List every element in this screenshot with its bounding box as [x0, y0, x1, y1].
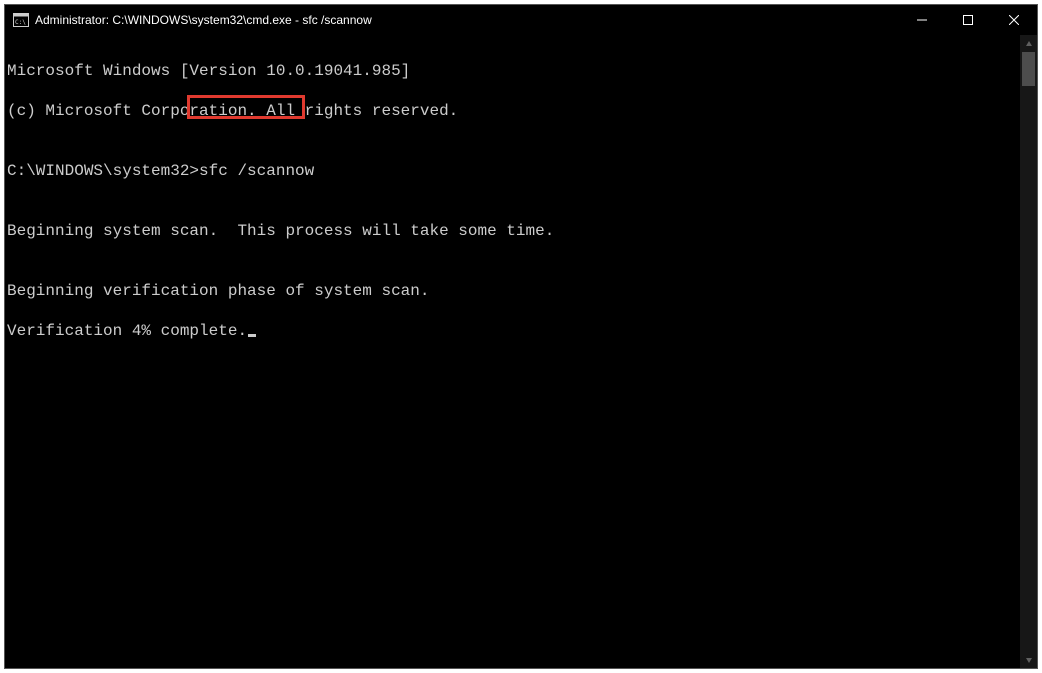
scroll-track[interactable] — [1020, 52, 1037, 651]
scroll-thumb[interactable] — [1022, 52, 1035, 86]
output-line: (c) Microsoft Corporation. All rights re… — [7, 101, 1020, 121]
client-area: Microsoft Windows [Version 10.0.19041.98… — [5, 35, 1037, 668]
prompt-prefix: C:\WINDOWS\system32> — [7, 162, 199, 180]
svg-text:C:\: C:\ — [15, 19, 26, 26]
cmd-window: C:\ Administrator: C:\WINDOWS\system32\c… — [4, 4, 1038, 669]
minimize-button[interactable] — [899, 5, 945, 35]
cmd-icon: C:\ — [13, 12, 29, 28]
close-button[interactable] — [991, 5, 1037, 35]
window-title: Administrator: C:\WINDOWS\system32\cmd.e… — [35, 13, 899, 27]
vertical-scrollbar[interactable] — [1020, 35, 1037, 668]
maximize-button[interactable] — [945, 5, 991, 35]
window-controls — [899, 5, 1037, 34]
scroll-down-arrow-icon[interactable] — [1020, 651, 1037, 668]
titlebar[interactable]: C:\ Administrator: C:\WINDOWS\system32\c… — [5, 5, 1037, 35]
output-line: Verification 4% complete. — [7, 321, 1020, 341]
output-line: Microsoft Windows [Version 10.0.19041.98… — [7, 61, 1020, 81]
console-output[interactable]: Microsoft Windows [Version 10.0.19041.98… — [5, 35, 1020, 668]
scroll-up-arrow-icon[interactable] — [1020, 35, 1037, 52]
entered-command: sfc /scannow — [199, 162, 314, 180]
output-line: Beginning verification phase of system s… — [7, 281, 1020, 301]
prompt-line: C:\WINDOWS\system32>sfc /scannow — [7, 161, 1020, 181]
output-line: Beginning system scan. This process will… — [7, 221, 1020, 241]
text-cursor — [248, 334, 256, 337]
